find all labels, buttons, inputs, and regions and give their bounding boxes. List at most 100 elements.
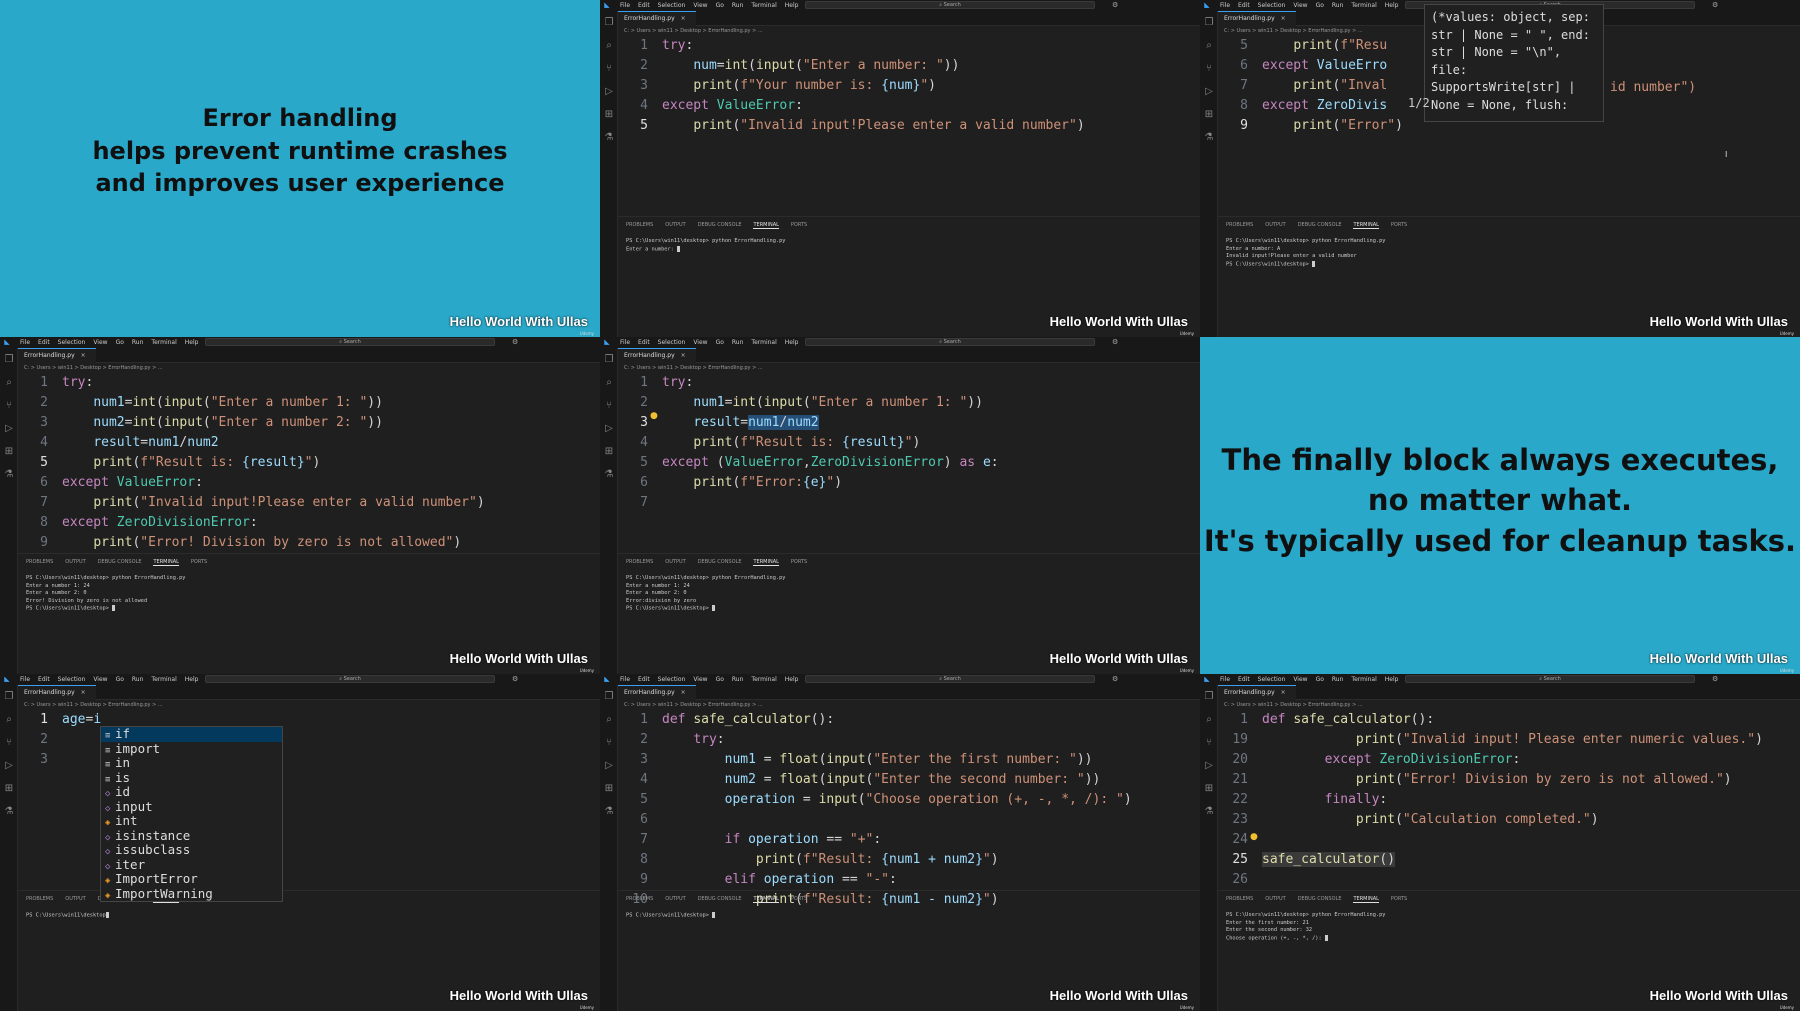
- code-line[interactable]: 2 num1=int(input("Enter a number 1: ")): [18, 393, 383, 413]
- menu-item[interactable]: Selection: [658, 676, 686, 683]
- menu-item[interactable]: Terminal: [751, 339, 776, 346]
- menu-item[interactable]: File: [1220, 676, 1230, 683]
- search-icon[interactable]: ⌕: [1200, 708, 1218, 731]
- copilot-icon[interactable]: ⚙: [1112, 675, 1118, 684]
- menu-item[interactable]: Selection: [58, 676, 86, 683]
- copilot-icon[interactable]: ⚙: [512, 338, 518, 347]
- copilot-icon[interactable]: ⚙: [1112, 338, 1118, 347]
- panel-tab[interactable]: PORTS: [791, 559, 807, 566]
- suggestion-item[interactable]: ◇ isinstance: [101, 828, 282, 844]
- menu-item[interactable]: Terminal: [1351, 2, 1376, 9]
- menu-item[interactable]: Help: [185, 339, 199, 346]
- menu-item[interactable]: Terminal: [751, 676, 776, 683]
- code-line[interactable]: 5 except (ValueError,ZeroDivisionError) a…: [618, 453, 998, 473]
- search-icon[interactable]: ⌕: [0, 708, 18, 731]
- code-line[interactable]: 7 print("Invalid input!Please enter a va…: [18, 493, 484, 513]
- run-icon[interactable]: ▷: [1200, 80, 1218, 103]
- command-search-input[interactable]: ⌕ Search: [205, 675, 495, 683]
- panel-tab[interactable]: OUTPUT: [665, 559, 685, 566]
- tab-errorhandling[interactable]: ErrorHandling.py ×: [18, 348, 96, 363]
- code-line[interactable]: 2: [18, 730, 62, 750]
- copilot-icon[interactable]: ⚙: [1112, 1, 1118, 10]
- panel-tab[interactable]: DEBUG CONSOLE: [698, 222, 742, 229]
- code-line[interactable]: 4 except ValueError:: [618, 96, 803, 116]
- code-line[interactable]: 26: [1218, 870, 1262, 890]
- panel-tab[interactable]: DEBUG CONSOLE: [698, 896, 742, 903]
- lightbulb-icon[interactable]: ●: [1250, 832, 1258, 842]
- panel-tab[interactable]: DEBUG CONSOLE: [1298, 896, 1342, 903]
- explorer-icon[interactable]: ❐: [0, 348, 18, 371]
- menu-item[interactable]: Edit: [638, 339, 650, 346]
- code-line[interactable]: 6 except ValueErro: [1218, 56, 1387, 76]
- code-line[interactable]: 23 print("Calculation completed."): [1218, 810, 1598, 830]
- code-line[interactable]: 9 elif operation == "-":: [618, 870, 897, 890]
- suggestion-item[interactable]: ≡ in: [101, 755, 282, 771]
- panel-tab[interactable]: PROBLEMS: [1226, 896, 1253, 903]
- menu-item[interactable]: Run: [732, 339, 744, 346]
- menu-item[interactable]: Run: [732, 2, 744, 9]
- run-icon[interactable]: ▷: [0, 417, 18, 440]
- code-editor[interactable]: 1 def safe_calculator(): 2 try: 3 num1 = fl…: [618, 710, 1200, 907]
- code-line[interactable]: 20 except ZeroDivisionError:: [1218, 750, 1520, 770]
- menu-item[interactable]: View: [1293, 676, 1307, 683]
- close-icon[interactable]: ×: [681, 689, 686, 696]
- terminal-output[interactable]: PS C:\Users\win11\desktop> python ErrorH…: [1226, 238, 1800, 269]
- code-line[interactable]: 4 result=num1/num2: [18, 433, 218, 453]
- code-line[interactable]: 19 print("Invalid input! Please enter nu…: [1218, 730, 1763, 750]
- panel-tab[interactable]: PROBLEMS: [626, 222, 653, 229]
- autocomplete-suggestions[interactable]: ≡ if ≡ import ≡ in ≡ is ◇ id ◇ input ◈ int ◇ isinstance…: [100, 726, 283, 902]
- menu-item[interactable]: Go: [116, 339, 124, 346]
- panel-tab[interactable]: OUTPUT: [665, 222, 685, 229]
- menu-item[interactable]: Run: [1332, 676, 1344, 683]
- explorer-icon[interactable]: ❐: [0, 685, 18, 708]
- copilot-icon[interactable]: ⚙: [1712, 1, 1718, 10]
- suggestion-item[interactable]: ≡ import: [101, 741, 282, 757]
- code-line[interactable]: 1 try:: [18, 373, 93, 393]
- menu-item[interactable]: Go: [116, 676, 124, 683]
- suggestion-item[interactable]: ◈ ImportWarning: [101, 886, 282, 902]
- code-line[interactable]: 3: [18, 750, 62, 770]
- close-icon[interactable]: ×: [81, 352, 86, 359]
- code-line[interactable]: 8 except ZeroDivis: [1218, 96, 1387, 116]
- test-icon[interactable]: ⚗: [0, 463, 18, 486]
- search-icon[interactable]: ⌕: [600, 708, 618, 731]
- menu-item[interactable]: Selection: [658, 339, 686, 346]
- menu-item[interactable]: Edit: [1238, 2, 1250, 9]
- extensions-icon[interactable]: ⊞: [1200, 103, 1218, 126]
- code-line[interactable]: 3 result=num1/num2: [618, 413, 819, 433]
- close-icon[interactable]: ×: [1281, 689, 1286, 696]
- command-search-input[interactable]: ⌕ Search: [805, 675, 1095, 683]
- command-search-input[interactable]: ⌕ Search: [805, 338, 1095, 346]
- panel-tab[interactable]: TERMINAL: [1353, 896, 1379, 903]
- code-line[interactable]: 1 def safe_calculator():: [1218, 710, 1434, 730]
- code-line[interactable]: 5 print(f"Result is: {result}"): [18, 453, 320, 473]
- copilot-icon[interactable]: ⚙: [1712, 675, 1718, 684]
- menu-item[interactable]: Terminal: [151, 339, 176, 346]
- panel-tab[interactable]: PORTS: [191, 559, 207, 566]
- extensions-icon[interactable]: ⊞: [600, 103, 618, 126]
- panel-tab[interactable]: PROBLEMS: [626, 559, 653, 566]
- menu-item[interactable]: View: [1293, 2, 1307, 9]
- run-icon[interactable]: ▷: [600, 80, 618, 103]
- panel-tab[interactable]: OUTPUT: [1265, 896, 1285, 903]
- code-line[interactable]: 5 print(f"Resu: [1218, 36, 1387, 56]
- code-line[interactable]: 6: [618, 810, 662, 830]
- menu-item[interactable]: Edit: [638, 676, 650, 683]
- terminal-output[interactable]: PS C:\Users\win11\desktop> python ErrorH…: [626, 238, 1200, 254]
- extensions-icon[interactable]: ⊞: [0, 777, 18, 800]
- extensions-icon[interactable]: ⊞: [0, 440, 18, 463]
- search-icon[interactable]: ⌕: [1200, 34, 1218, 57]
- test-icon[interactable]: ⚗: [600, 800, 618, 823]
- terminal-output[interactable]: PS C:\Users\win11\desktop>: [626, 912, 1200, 920]
- breadcrumb[interactable]: C: > Users > win11 > Desktop > ErrorHand…: [624, 365, 763, 371]
- panel-tab[interactable]: PROBLEMS: [26, 559, 53, 566]
- panel-tab[interactable]: PORTS: [1391, 896, 1407, 903]
- explorer-icon[interactable]: ❐: [600, 11, 618, 34]
- code-editor[interactable]: 1 try: 2 num1=int(input("Enter a number 1:…: [18, 373, 600, 553]
- scm-icon[interactable]: ⑂: [1200, 731, 1218, 754]
- tab-errorhandling[interactable]: ErrorHandling.py ×: [618, 685, 696, 700]
- code-line[interactable]: 3 print(f"Your number is: {num}"): [618, 76, 936, 96]
- scm-icon[interactable]: ⑂: [0, 394, 18, 417]
- extensions-icon[interactable]: ⊞: [600, 440, 618, 463]
- lightbulb-icon[interactable]: ●: [650, 411, 658, 421]
